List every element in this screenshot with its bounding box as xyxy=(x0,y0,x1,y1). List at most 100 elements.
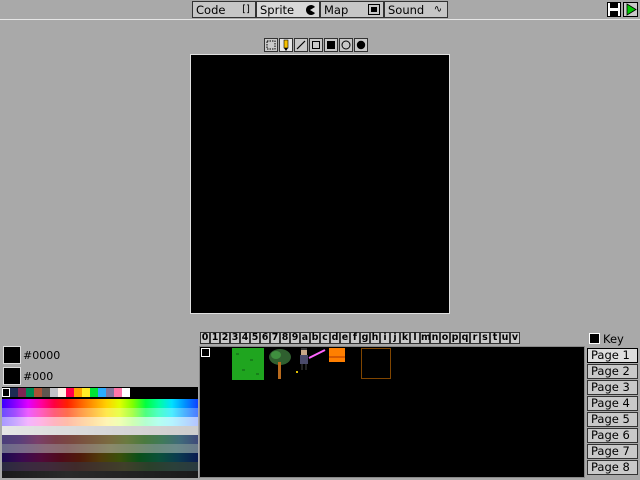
palette-row[interactable] xyxy=(2,453,198,462)
sprite-index-31[interactable]: v xyxy=(510,332,520,344)
secondary-color-swatch[interactable] xyxy=(3,367,21,385)
sprite-box xyxy=(329,348,345,362)
palette-color-3[interactable] xyxy=(26,388,34,397)
sprite-index-12[interactable]: c xyxy=(320,332,330,344)
page-tab-5[interactable]: Page 5 xyxy=(587,412,638,427)
sprite-index-23[interactable]: n xyxy=(430,332,440,344)
page-tab-1[interactable]: Page 1 xyxy=(587,348,638,363)
palette-color-1[interactable] xyxy=(10,388,18,397)
page-tab-2[interactable]: Page 2 xyxy=(587,364,638,379)
sprite-index-strip: 0123456789abcdefghijklmnopqrstuv xyxy=(200,332,520,344)
tab-map-label: Map xyxy=(324,2,349,17)
sprite-index-10[interactable]: a xyxy=(300,332,310,344)
sprite-index-2[interactable]: 2 xyxy=(220,332,230,344)
line-tool-icon[interactable] xyxy=(294,38,308,52)
palette-base-row[interactable] xyxy=(2,388,198,397)
sprite-tree xyxy=(269,349,291,379)
palette-row[interactable] xyxy=(2,435,198,444)
sprite-index-21[interactable]: l xyxy=(410,332,420,344)
sprite-index-8[interactable]: 8 xyxy=(280,332,290,344)
palette-color-13[interactable] xyxy=(106,388,114,397)
palette-row[interactable] xyxy=(2,471,198,478)
palette-color-2[interactable] xyxy=(18,388,26,397)
sprite-index-24[interactable]: o xyxy=(440,332,450,344)
sprite-index-15[interactable]: f xyxy=(350,332,360,344)
sprite-index-19[interactable]: j xyxy=(390,332,400,344)
page-tab-6[interactable]: Page 6 xyxy=(587,428,638,443)
page-tab-3[interactable]: Page 3 xyxy=(587,380,638,395)
sprite-sheet[interactable] xyxy=(199,346,585,478)
palette-color-4[interactable] xyxy=(34,388,42,397)
palette-row[interactable] xyxy=(2,462,198,471)
map-grid-icon xyxy=(367,4,381,16)
tab-map[interactable]: Map xyxy=(320,1,384,18)
color-palette[interactable] xyxy=(2,387,198,478)
sprite-index-3[interactable]: 3 xyxy=(230,332,240,344)
circle-outline-tool-icon[interactable] xyxy=(339,38,353,52)
palette-row[interactable] xyxy=(2,399,198,408)
sprite-index-17[interactable]: h xyxy=(370,332,380,344)
sprite-index-1[interactable]: 1 xyxy=(210,332,220,344)
sprite-index-14[interactable]: e xyxy=(340,332,350,344)
sprite-index-30[interactable]: u xyxy=(500,332,510,344)
palette-color-11[interactable] xyxy=(90,388,98,397)
tab-code[interactable]: Code [] xyxy=(192,1,256,18)
key-checkbox[interactable] xyxy=(589,333,600,344)
sprite-character xyxy=(296,348,326,373)
top-bar: Code [] Sprite Map Sound ∿ xyxy=(0,0,640,20)
primary-color-swatch[interactable] xyxy=(3,346,21,364)
palette-color-12[interactable] xyxy=(98,388,106,397)
run-icon[interactable] xyxy=(623,2,638,17)
sprite-index-27[interactable]: r xyxy=(470,332,480,344)
tab-code-label: Code xyxy=(196,2,226,17)
sprite-index-4[interactable]: 4 xyxy=(240,332,250,344)
sprite-index-6[interactable]: 6 xyxy=(260,332,270,344)
palette-color-10[interactable] xyxy=(82,388,90,397)
sprite-index-16[interactable]: g xyxy=(360,332,370,344)
sprite-canvas[interactable] xyxy=(190,54,450,314)
palette-row[interactable] xyxy=(2,408,198,417)
primary-color-hex: #0000 xyxy=(23,349,61,362)
palette-row[interactable] xyxy=(2,444,198,453)
wave-icon: ∿ xyxy=(433,4,443,15)
palette-color-0[interactable] xyxy=(2,388,10,397)
palette-color-15[interactable] xyxy=(122,388,130,397)
pencil-tool-icon[interactable] xyxy=(279,38,293,52)
sprite-index-13[interactable]: d xyxy=(330,332,340,344)
sprite-index-9[interactable]: 9 xyxy=(290,332,300,344)
pacman-icon xyxy=(303,4,317,16)
select-tool-icon[interactable] xyxy=(264,38,278,52)
sprite-index-22[interactable]: m xyxy=(420,332,431,344)
rect-outline-tool-icon[interactable] xyxy=(309,38,323,52)
page-tab-7[interactable]: Page 7 xyxy=(587,444,638,459)
sprite-index-7[interactable]: 7 xyxy=(270,332,280,344)
save-icon[interactable] xyxy=(607,2,621,17)
key-label: Key xyxy=(603,332,624,346)
palette-color-9[interactable] xyxy=(74,388,82,397)
circle-fill-tool-icon[interactable] xyxy=(354,38,368,52)
palette-color-7[interactable] xyxy=(58,388,66,397)
tab-sprite[interactable]: Sprite xyxy=(256,1,320,18)
sprite-index-28[interactable]: s xyxy=(480,332,490,344)
sprite-index-26[interactable]: q xyxy=(460,332,470,344)
rect-fill-tool-icon[interactable] xyxy=(324,38,338,52)
sprite-index-5[interactable]: 5 xyxy=(250,332,260,344)
sprite-index-18[interactable]: i xyxy=(380,332,390,344)
sprite-grass xyxy=(232,348,264,380)
palette-color-5[interactable] xyxy=(42,388,50,397)
palette-color-6[interactable] xyxy=(50,388,58,397)
secondary-color-hex: #000 xyxy=(23,370,54,383)
sprite-selection xyxy=(361,348,391,379)
page-tab-4[interactable]: Page 4 xyxy=(587,396,638,411)
palette-color-8[interactable] xyxy=(66,388,74,397)
palette-row[interactable] xyxy=(2,426,198,435)
page-tab-8[interactable]: Page 8 xyxy=(587,460,638,475)
sprite-index-29[interactable]: t xyxy=(490,332,500,344)
sprite-index-11[interactable]: b xyxy=(310,332,320,344)
sprite-index-25[interactable]: p xyxy=(450,332,460,344)
tab-sound[interactable]: Sound ∿ xyxy=(384,1,448,18)
sprite-index-0[interactable]: 0 xyxy=(200,332,210,344)
palette-color-14[interactable] xyxy=(114,388,122,397)
palette-row[interactable] xyxy=(2,417,198,426)
sprite-index-20[interactable]: k xyxy=(400,332,410,344)
